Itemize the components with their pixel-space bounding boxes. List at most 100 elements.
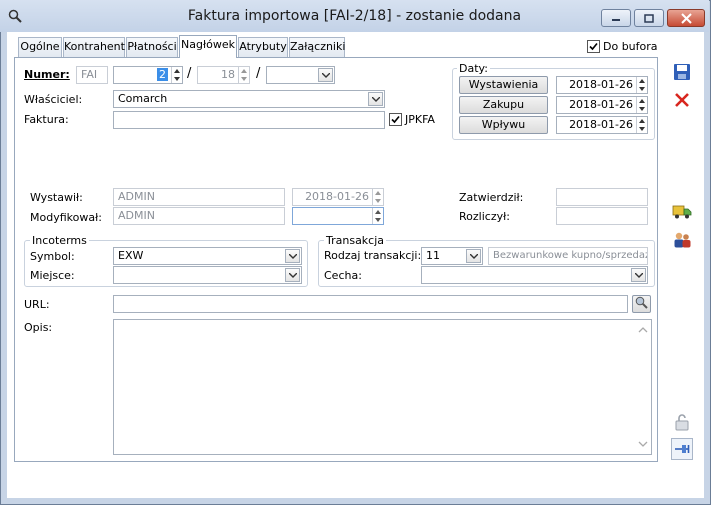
save-disk-icon: [674, 64, 690, 80]
wystawil-label: Wystawił:: [30, 191, 83, 204]
jpkfa-label: JPKFA: [405, 113, 435, 126]
opis-label: Opis:: [24, 321, 53, 334]
wlasciciel-value: Comarch: [118, 92, 168, 105]
wplywu-button[interactable]: Wpływu: [459, 116, 548, 134]
numer-year-value: 18: [221, 68, 235, 81]
wystawil-field: ADMIN: [113, 188, 285, 206]
rozliczyl-field: [556, 207, 648, 225]
maximize-icon: [644, 13, 654, 23]
unlock-button[interactable]: [671, 411, 693, 433]
chevron-down-icon[interactable]: [631, 268, 646, 282]
chevron-down-icon[interactable]: [368, 92, 383, 106]
do-bufora-checkbox[interactable]: [587, 40, 600, 53]
tab-naglowek[interactable]: Nagłówek: [179, 35, 237, 58]
opis-textarea[interactable]: [113, 319, 652, 455]
maximize-button[interactable]: [634, 9, 664, 27]
close-icon: [680, 12, 692, 24]
scroll-down-icon: [638, 441, 648, 447]
faktura-input[interactable]: [113, 111, 385, 129]
transakcja-title: Transakcja: [324, 234, 387, 247]
jpkfa-checkbox[interactable]: [389, 113, 402, 126]
modyfikowal-date-field[interactable]: [292, 207, 384, 225]
symbol-value: EXW: [118, 249, 144, 262]
unlock-padlock-icon: [675, 414, 689, 431]
url-open-button[interactable]: [632, 295, 651, 313]
scroll-up-icon: [638, 327, 648, 333]
pin-button[interactable]: [671, 438, 693, 460]
numer-series-select[interactable]: [266, 66, 335, 84]
data-wplywu-value: 2018-01-26: [569, 118, 633, 131]
tab-kontrahent[interactable]: Kontrahent: [63, 37, 125, 57]
search-globe-icon: [635, 296, 648, 309]
faktura-label: Faktura:: [24, 113, 69, 126]
tab-zalaczniki[interactable]: Załączniki: [289, 37, 345, 57]
numer-year-field: 18: [197, 66, 250, 84]
chevron-down-icon[interactable]: [318, 68, 333, 82]
data-wplywu-spinner[interactable]: [636, 117, 647, 133]
data-zakupu-value: 2018-01-26: [569, 98, 633, 111]
numer-separator-1: /: [187, 66, 192, 81]
rodzaj-transakcji-description: Bezwarunkowe kupno/sprzedaż: [488, 247, 648, 265]
rodzaj-transakcji-value: 11: [426, 249, 440, 262]
checkmark-icon: [391, 115, 400, 124]
numer-number-field[interactable]: 2: [113, 66, 183, 84]
delivery-button[interactable]: [671, 200, 693, 222]
cecha-label: Cecha:: [324, 269, 362, 282]
numer-spinner[interactable]: [171, 67, 182, 83]
cancel-button[interactable]: [671, 89, 693, 111]
checkmark-icon: [589, 42, 598, 51]
rozliczyl-label: Rozliczył:: [459, 210, 510, 223]
zatwierdzil-label: Zatwierdził:: [459, 191, 524, 204]
rodzaj-transakcji-label: Rodzaj transakcji:: [324, 249, 422, 262]
symbol-select[interactable]: EXW: [113, 247, 302, 265]
contractor-button[interactable]: [671, 229, 693, 251]
numer-separator-2: /: [256, 66, 261, 81]
wystawil-date-field: 2018-01-26: [292, 188, 384, 206]
data-zakupu-field[interactable]: 2018-01-26: [556, 96, 648, 114]
data-zakupu-spinner[interactable]: [636, 97, 647, 113]
truck-icon: [672, 205, 692, 219]
tab-ogolne[interactable]: Ogólne: [18, 37, 62, 57]
chevron-down-icon[interactable]: [466, 249, 481, 263]
wystawienia-button[interactable]: Wystawienia: [459, 76, 548, 94]
cancel-x-icon: [675, 93, 689, 107]
cecha-select[interactable]: [421, 266, 648, 284]
numer-year-spinner: [238, 67, 249, 83]
modyfikowal-field: ADMIN: [113, 207, 285, 225]
chevron-down-icon[interactable]: [285, 249, 300, 263]
wlasciciel-label: Właściciel:: [24, 93, 83, 106]
chevron-down-icon[interactable]: [285, 268, 300, 282]
url-label: URL:: [24, 298, 50, 311]
incoterms-title: Incoterms: [30, 234, 89, 247]
url-input[interactable]: [113, 295, 628, 313]
wlasciciel-select[interactable]: Comarch: [113, 90, 385, 108]
data-wplywu-field[interactable]: 2018-01-26: [556, 116, 648, 134]
rodzaj-transakcji-select[interactable]: 11: [421, 247, 483, 265]
data-wystawienia-field[interactable]: 2018-01-26: [556, 76, 648, 94]
wystawil-date-value: 2018-01-26: [305, 190, 369, 203]
save-button[interactable]: [671, 61, 693, 83]
data-wystawienia-spinner[interactable]: [636, 77, 647, 93]
numer-label: Numer:: [24, 68, 70, 81]
symbol-label: Symbol:: [30, 250, 75, 263]
modyfikowal-label: Modyfikował:: [30, 211, 102, 224]
numer-prefix-field: FAI: [76, 66, 108, 84]
miejsce-label: Miejsce:: [30, 269, 75, 282]
daty-title: Daty:: [457, 62, 490, 75]
zakupu-button[interactable]: Zakupu: [459, 96, 548, 114]
miejsce-select[interactable]: [113, 266, 302, 284]
tab-platnosci[interactable]: Płatności: [126, 37, 178, 57]
minimize-button[interactable]: [601, 9, 631, 27]
modyfikowal-date-spinner[interactable]: [372, 208, 383, 224]
people-icon: [674, 232, 691, 248]
minimize-icon: [612, 19, 620, 21]
numer-number-value: 2: [157, 68, 168, 81]
pin-icon: [675, 445, 690, 453]
do-bufora-label: Do bufora: [603, 40, 658, 53]
data-wystawienia-value: 2018-01-26: [569, 78, 633, 91]
wystawil-date-spinner: [372, 189, 383, 205]
zatwierdzil-field: [556, 188, 648, 206]
close-window-button[interactable]: [667, 9, 705, 27]
opis-scrollbar[interactable]: [635, 320, 651, 454]
tab-atrybuty[interactable]: Atrybuty: [238, 37, 288, 57]
